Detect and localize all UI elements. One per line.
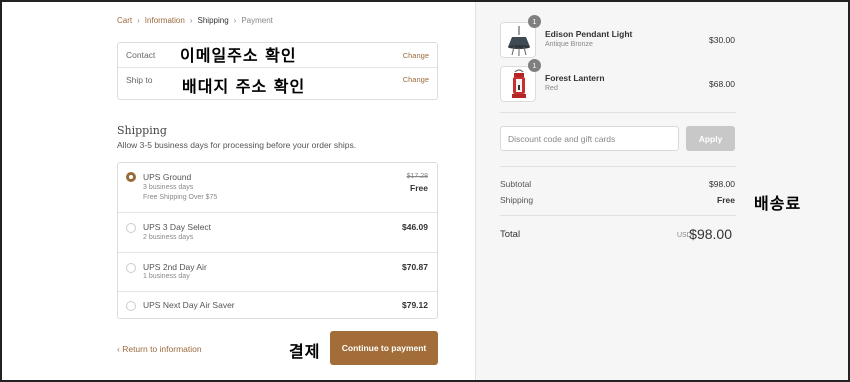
product-variant: Antique Bronze — [545, 41, 593, 48]
shipping-row: Shipping Free — [500, 195, 736, 207]
total-amount: $98.00 — [689, 226, 732, 242]
shipping-method-ups-3day[interactable]: UPS 3 Day Select 2 business days $46.09 — [118, 212, 437, 252]
product-name: Edison Pendant Light — [545, 29, 633, 39]
order-item: 1 Edison Pendant Light Antique Bronze $3… — [500, 15, 736, 58]
shipping-method-ups-2day[interactable]: UPS 2nd Day Air 1 business day $70.87 — [118, 252, 437, 291]
method-days: 3 business days — [143, 184, 194, 191]
chevron-right-icon: › — [189, 16, 193, 25]
shipping-title: Shipping — [117, 124, 167, 137]
quantity-badge: 1 — [528, 15, 541, 28]
divider — [500, 112, 736, 113]
shipping-fee-annotation: 배송료 — [754, 194, 802, 213]
shipping-methods: UPS Ground 3 business days Free Shipping… — [117, 162, 438, 319]
method-price: Free — [410, 183, 428, 193]
method-note: Free Shipping Over $75 — [143, 194, 218, 201]
radio-unselected[interactable] — [126, 301, 136, 311]
radio-selected[interactable] — [126, 172, 136, 182]
divider — [500, 215, 736, 216]
return-label: Return to information — [122, 344, 202, 354]
method-name: UPS Next Day Air Saver — [143, 300, 235, 310]
breadcrumb-cart[interactable]: Cart — [117, 16, 132, 25]
shipping-value: Free — [717, 195, 735, 205]
order-item: 1 Forest Lantern Red $68.00 — [500, 59, 736, 102]
method-days: 2 business days — [143, 234, 194, 241]
method-old-price: $17.28 — [406, 173, 428, 180]
shipping-subtitle: Allow 3-5 business days for processing b… — [117, 140, 357, 150]
payment-annotation: 결제 — [289, 342, 321, 361]
contact-change-link[interactable]: Change — [403, 51, 429, 60]
checkout-main: Cart › Information › Shipping › Payment … — [2, 2, 475, 380]
email-check-annotation: 이메일주소 확인 — [180, 46, 297, 65]
breadcrumb-information[interactable]: Information — [145, 16, 185, 25]
lantern-icon — [512, 69, 526, 98]
product-price: $30.00 — [709, 35, 735, 45]
breadcrumb-shipping: Shipping — [197, 16, 229, 25]
method-price: $46.09 — [402, 222, 428, 232]
chevron-right-icon: › — [233, 16, 237, 25]
total-label: Total — [500, 229, 521, 240]
ship-address-annotation: 배대지 주소 확인 — [182, 77, 306, 96]
breadcrumb: Cart › Information › Shipping › Payment — [117, 16, 273, 25]
breadcrumb-payment: Payment — [241, 16, 273, 25]
method-name: UPS Ground — [143, 172, 192, 182]
product-name: Forest Lantern — [545, 73, 605, 83]
return-to-information-link[interactable]: ‹ Return to information — [117, 344, 202, 354]
divider — [500, 166, 736, 167]
method-price: $79.12 — [402, 300, 428, 310]
method-name: UPS 3 Day Select — [143, 222, 212, 232]
pendant-light-icon — [508, 26, 530, 56]
shipping-method-ups-ground[interactable]: UPS Ground 3 business days Free Shipping… — [118, 163, 437, 212]
product-price: $68.00 — [709, 79, 735, 89]
method-price: $70.87 — [402, 262, 428, 272]
subtotal-label: Subtotal — [500, 179, 532, 189]
product-thumbnail — [500, 66, 536, 102]
subtotal-value: $98.00 — [709, 179, 735, 189]
shipto-label: Ship to — [126, 74, 153, 85]
shipping-label: Shipping — [500, 195, 534, 205]
apply-discount-button[interactable]: Apply — [686, 126, 735, 151]
quantity-badge: 1 — [528, 59, 541, 72]
product-thumbnail — [500, 22, 536, 58]
product-variant: Red — [545, 85, 558, 92]
contact-label: Contact — [126, 50, 156, 60]
subtotal-row: Subtotal $98.00 — [500, 179, 736, 191]
radio-unselected[interactable] — [126, 263, 136, 273]
continue-to-payment-button[interactable]: Continue to payment — [330, 331, 438, 365]
radio-unselected[interactable] — [126, 223, 136, 233]
method-days: 1 business day — [143, 273, 190, 280]
method-name: UPS 2nd Day Air — [143, 262, 207, 272]
shipping-method-ups-nextday[interactable]: UPS Next Day Air Saver $79.12 — [118, 291, 437, 319]
discount-code-input[interactable]: Discount code and gift cards — [500, 126, 679, 151]
checkout-window: Cart › Information › Shipping › Payment … — [0, 0, 850, 382]
shipto-change-link[interactable]: Change — [403, 75, 429, 84]
chevron-right-icon: › — [137, 16, 140, 25]
